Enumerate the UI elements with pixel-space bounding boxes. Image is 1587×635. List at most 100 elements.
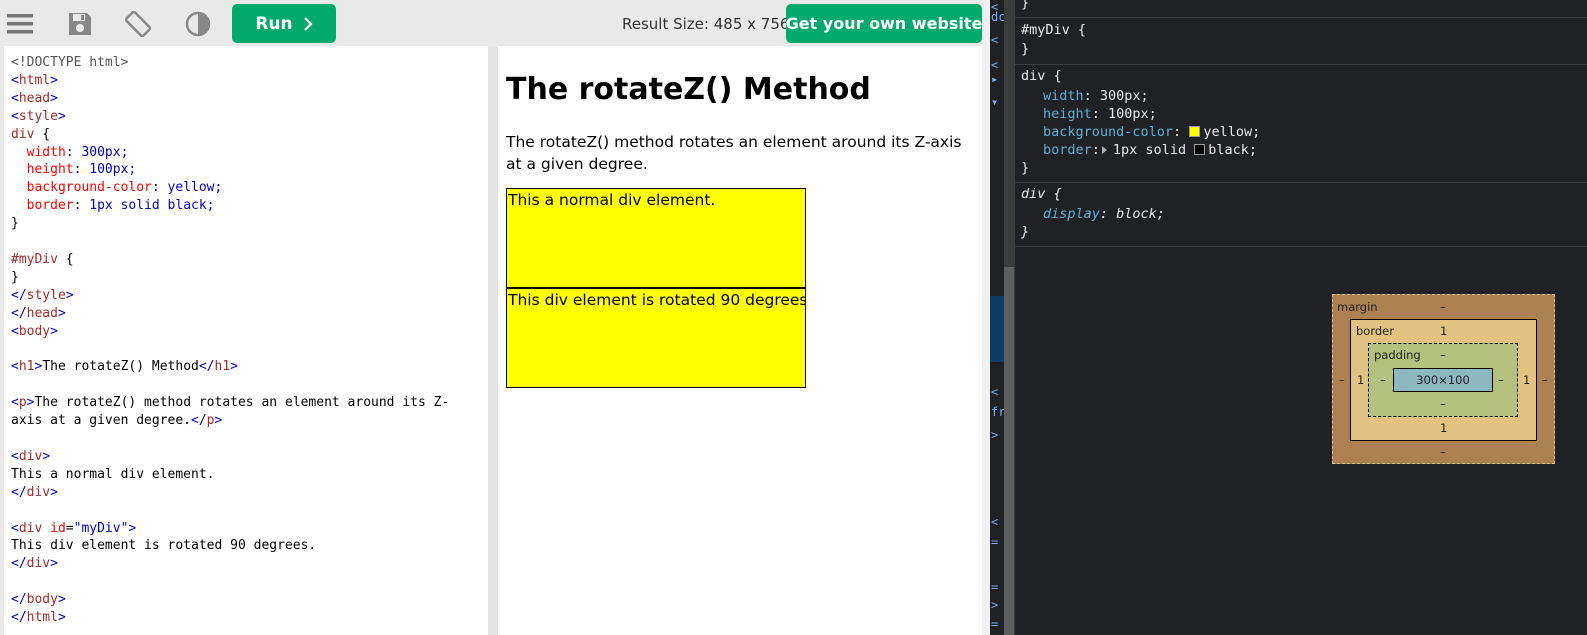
result-paragraph: The rotateZ() method rotates an element … [506,133,962,173]
save-icon[interactable] [66,10,94,38]
code-line[interactable]: <div> [11,448,449,466]
padding-right-value[interactable]: – [1498,373,1504,387]
code-line[interactable]: </body> [11,591,449,609]
code-line[interactable]: height: 100px; [11,161,449,179]
css-property-height[interactable]: height: 100px; [1043,106,1157,122]
rule-user-agent-div: div { display: block; } [1015,183,1587,247]
code-line[interactable]: <div id="myDiv"> [11,520,449,538]
css-property-border[interactable]: border: 1px solid black; [1043,142,1257,158]
pane-divider[interactable] [488,46,498,635]
elements-tree-glyph[interactable]: > [991,598,998,612]
code-line[interactable]: <!DOCTYPE html> [11,54,449,72]
rotated-div: This div element is rotated 90 degrees. [506,288,806,388]
result-frame: The rotateZ() Method The rotateZ() metho… [498,46,982,635]
brace: } [1021,41,1030,57]
elements-tree-glyph[interactable]: fr [991,405,1004,419]
expand-triangle-icon[interactable] [1101,146,1107,154]
result-heading: The rotateZ() Method [506,72,871,107]
rotate-icon[interactable] [124,10,152,38]
code-line[interactable] [11,430,449,448]
elements-tree-glyph[interactable]: = [991,580,998,594]
css-property-width[interactable]: width: 300px; [1043,88,1149,104]
devtools-scrollbar-thumb[interactable] [1004,267,1014,635]
code-line[interactable]: border: 1px solid black; [11,197,449,215]
elements-tree-glyph[interactable]: < [991,33,998,47]
code-line[interactable]: <body> [11,323,449,341]
rule-div[interactable]: div { width: 300px; height: 100px; backg… [1015,65,1587,183]
run-button[interactable]: Run [232,4,336,43]
selected-node-highlight [990,296,1004,362]
code-line[interactable]: div { [11,126,449,144]
code-line[interactable]: width: 300px; [11,144,449,162]
code-line[interactable]: #myDiv { [11,251,449,269]
elements-tree-glyph[interactable]: dc [991,10,1004,24]
code-line[interactable]: <h1>The rotateZ() Method</h1> [11,358,449,376]
chevron-right-icon [303,16,313,31]
code-line[interactable]: <head> [11,90,449,108]
margin-top-value[interactable]: – [1440,300,1446,314]
code-line[interactable]: </html> [11,609,449,627]
rule-selector[interactable]: #myDiv { [1021,22,1086,38]
padding-label: padding [1374,348,1421,362]
rule-mydiv[interactable]: #myDiv { } [1015,18,1587,65]
border-left-value[interactable]: 1 [1357,373,1364,387]
margin-left-value[interactable]: – [1339,373,1345,387]
code-editor[interactable]: <!DOCTYPE html> <html> <head> <style> div { … [4,46,488,635]
code-line[interactable] [11,233,449,251]
border-bottom-value[interactable]: 1 [1440,421,1447,435]
padding-bottom-value[interactable]: – [1440,397,1446,411]
editor-toolbar: Run Result Size: 485 x 756 Get your own … [0,0,982,46]
color-swatch-black[interactable] [1194,144,1206,155]
border-right-value[interactable]: 1 [1523,373,1530,387]
code-line[interactable]: } [11,215,449,233]
result-scrollbar[interactable] [982,0,990,635]
margin-bottom-value[interactable]: – [1440,445,1446,459]
elements-tree-glyph[interactable]: ▾ [991,95,998,109]
padding-top-value[interactable]: – [1440,348,1446,362]
color-swatch-yellow[interactable] [1189,126,1201,137]
brace: } [1021,160,1030,176]
rule-selector: div { [1021,186,1062,202]
code-text[interactable]: <!DOCTYPE html> <html> <head> <style> div { … [11,54,449,627]
normal-div: This a normal div element. [506,188,806,288]
code-line[interactable]: This a normal div element. [11,466,449,484]
box-model-content[interactable]: 300×100 [1393,368,1493,392]
contrast-icon[interactable] [184,10,212,38]
padding-left-value[interactable]: – [1380,373,1386,387]
code-line[interactable] [11,502,449,520]
code-line[interactable]: background-color: yellow; [11,179,449,197]
elements-tree-strip[interactable]: < dc < < ▸ ▾ < fr > < = = > = [990,0,1004,635]
code-line[interactable]: </style> [11,287,449,305]
code-line[interactable]: </head> [11,305,449,323]
code-line[interactable]: This div element is rotated 90 degrees. [11,537,449,555]
code-line[interactable]: </div> [11,484,449,502]
elements-tree-glyph[interactable]: = [991,535,998,549]
code-line[interactable]: axis at a given degree.</p> [11,412,449,430]
menu-icon[interactable] [6,10,34,38]
margin-right-value[interactable]: – [1542,373,1548,387]
elements-tree-glyph[interactable]: < [991,515,998,529]
code-line[interactable]: <style> [11,108,449,126]
code-line[interactable]: </div> [11,555,449,573]
code-line[interactable] [11,376,449,394]
elements-tree-glyph[interactable]: ▸ [991,72,998,86]
run-button-label: Run [255,13,293,34]
rule-prev: } [1015,0,1587,18]
elements-tree-glyph[interactable]: > [991,428,998,442]
css-property-background-color[interactable]: background-color: yellow; [1043,124,1260,140]
get-website-button[interactable]: Get your own website [786,4,982,43]
code-line[interactable]: } [11,269,449,287]
code-line[interactable]: <p>The rotateZ() method rotates an eleme… [11,394,449,412]
elements-tree-glyph[interactable]: < [991,385,998,399]
elements-tree-glyph[interactable]: < [991,58,998,72]
result-size-label: Result Size: 485 x 756 [622,15,790,33]
code-line[interactable] [11,573,449,591]
code-line[interactable] [11,341,449,359]
border-top-value[interactable]: 1 [1440,324,1447,338]
brace: } [1021,224,1030,240]
rule-selector[interactable]: div { [1021,68,1062,84]
elements-tree-glyph[interactable]: = [991,617,998,631]
margin-label: margin [1337,300,1378,314]
code-line[interactable]: <html> [11,72,449,90]
app-window: Run Result Size: 485 x 756 Get your own … [0,0,1587,635]
